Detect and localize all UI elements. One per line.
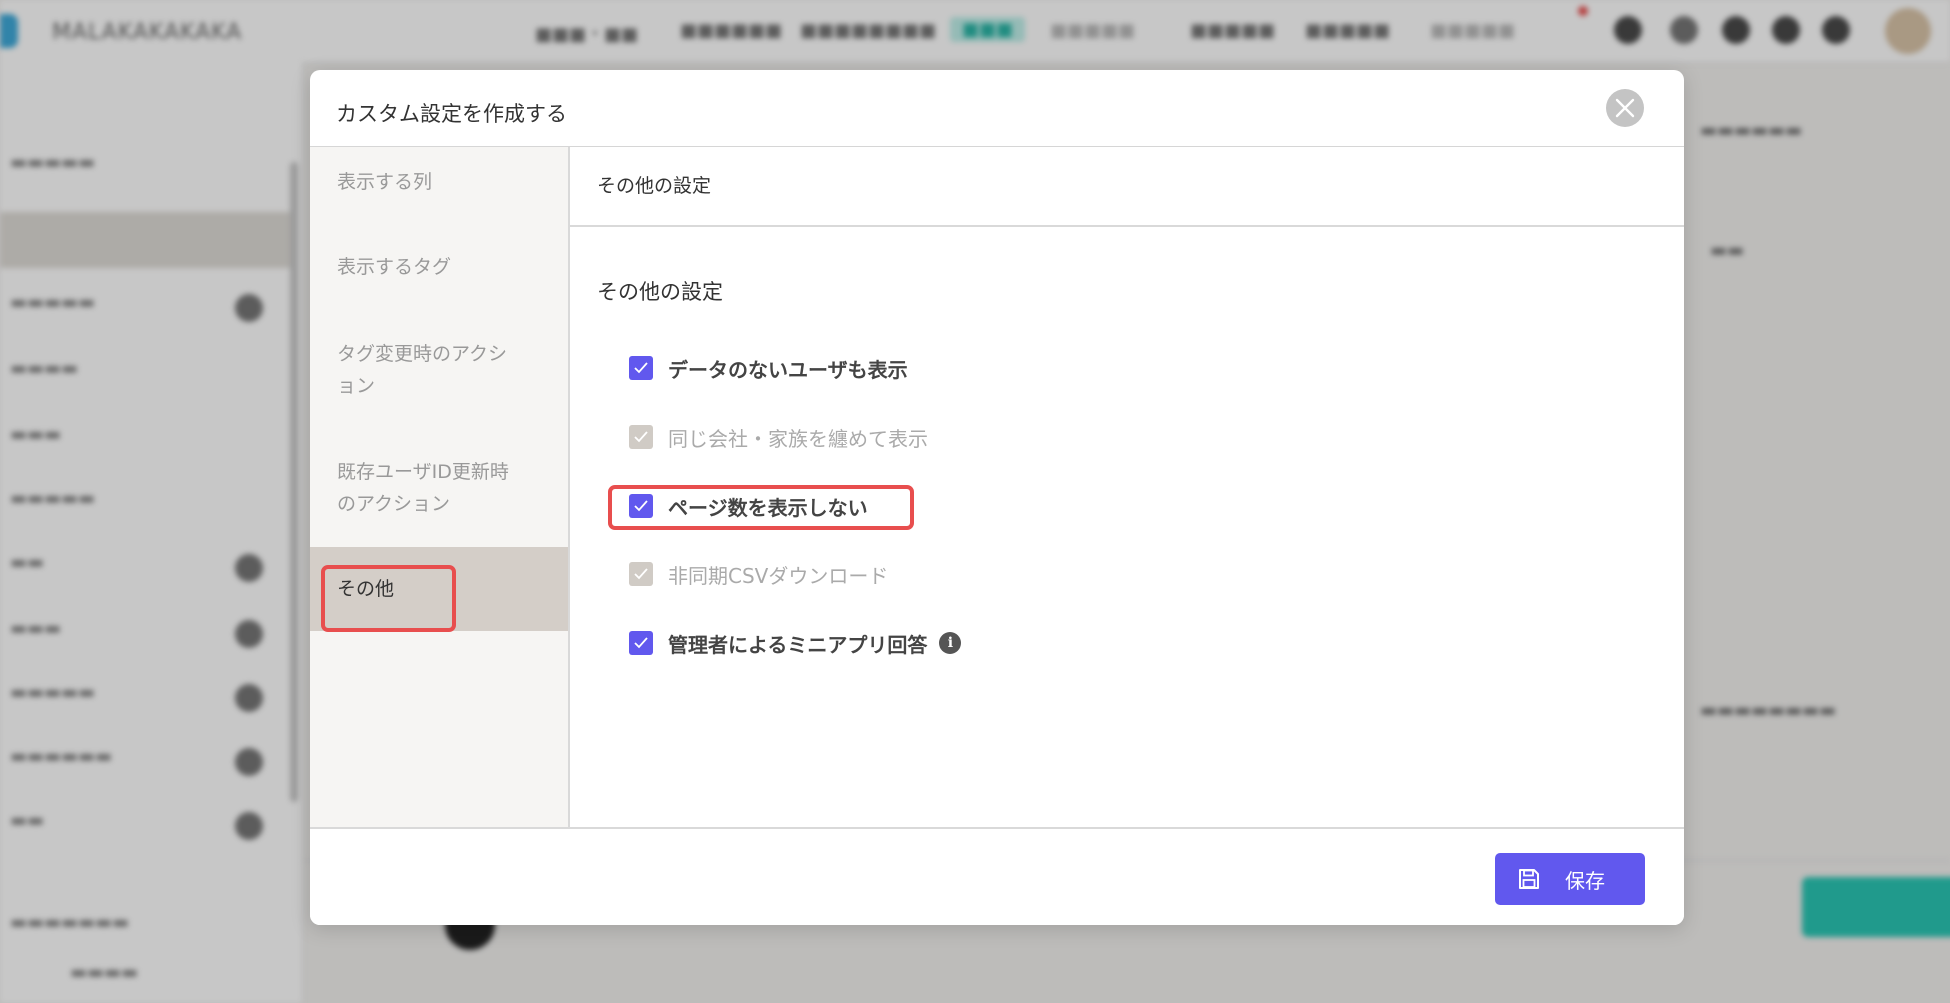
- save-button-label: 保存: [1565, 868, 1605, 893]
- checkbox-disabled[interactable]: [629, 425, 653, 449]
- checkmark-icon: [634, 431, 648, 443]
- option-group-company-family[interactable]: 同じ会社・家族を纏めて表示: [629, 423, 928, 451]
- modal-footer: 保存: [310, 827, 1684, 925]
- checkbox-checked[interactable]: [629, 356, 653, 380]
- save-button[interactable]: 保存: [1495, 853, 1645, 905]
- close-icon: [1615, 98, 1635, 118]
- sidebar-item-other[interactable]: その他: [310, 547, 568, 631]
- content-header-title: その他の設定: [597, 175, 712, 197]
- sidebar-item-columns[interactable]: 表示する列: [310, 166, 568, 198]
- option-label: ページ数を表示しない: [668, 495, 868, 520]
- sidebar-item-user-id-update-action[interactable]: 既存ユーザID更新時のアクション: [310, 456, 520, 520]
- sidebar-item-tag-change-action[interactable]: タグ変更時のアクション: [310, 338, 510, 402]
- floppy-disk-icon: [1519, 869, 1539, 889]
- option-hide-page-count[interactable]: ページ数を表示しない: [629, 492, 868, 520]
- checkmark-icon: [634, 500, 648, 512]
- option-show-users-without-data[interactable]: データのないユーザも表示: [629, 354, 908, 382]
- checkmark-icon: [634, 568, 648, 580]
- checkmark-icon: [634, 362, 648, 374]
- sidebar-item-label: 既存ユーザID更新時のアクション: [337, 461, 509, 515]
- close-button[interactable]: [1606, 89, 1644, 127]
- sidebar-item-tags[interactable]: 表示するタグ: [310, 251, 568, 283]
- info-icon[interactable]: i: [939, 632, 962, 654]
- settings-sidebar: 表示する列 表示するタグ タグ変更時のアクション 既存ユーザID更新時のアクショ…: [310, 147, 570, 827]
- sidebar-item-label: その他: [337, 578, 395, 600]
- checkmark-icon: [634, 637, 648, 649]
- checkbox-checked[interactable]: [629, 631, 653, 655]
- content-header: その他の設定: [570, 147, 1684, 227]
- sidebar-item-label: 表示する列: [337, 171, 433, 193]
- custom-settings-modal: カスタム設定を作成する 表示する列 表示するタグ タグ変更時のアクション 既存ユ…: [310, 70, 1684, 925]
- modal-title: カスタム設定を作成する: [336, 102, 567, 126]
- option-label: 非同期CSVダウンロード: [668, 563, 889, 588]
- option-label: データのないユーザも表示: [668, 357, 908, 382]
- modal-header: カスタム設定を作成する: [310, 70, 1684, 147]
- option-async-csv-download[interactable]: 非同期CSVダウンロード: [629, 560, 888, 588]
- section-title: その他の設定: [597, 280, 723, 304]
- checkbox-checked[interactable]: [629, 494, 653, 518]
- option-label: 管理者によるミニアプリ回答: [668, 632, 928, 657]
- checkbox-disabled[interactable]: [629, 562, 653, 586]
- sidebar-item-label: タグ変更時のアクション: [337, 343, 508, 397]
- option-admin-mini-app-answer[interactable]: 管理者によるミニアプリ回答 i: [629, 629, 962, 657]
- sidebar-item-label: 表示するタグ: [337, 256, 452, 278]
- option-label: 同じ会社・家族を纏めて表示: [668, 426, 928, 451]
